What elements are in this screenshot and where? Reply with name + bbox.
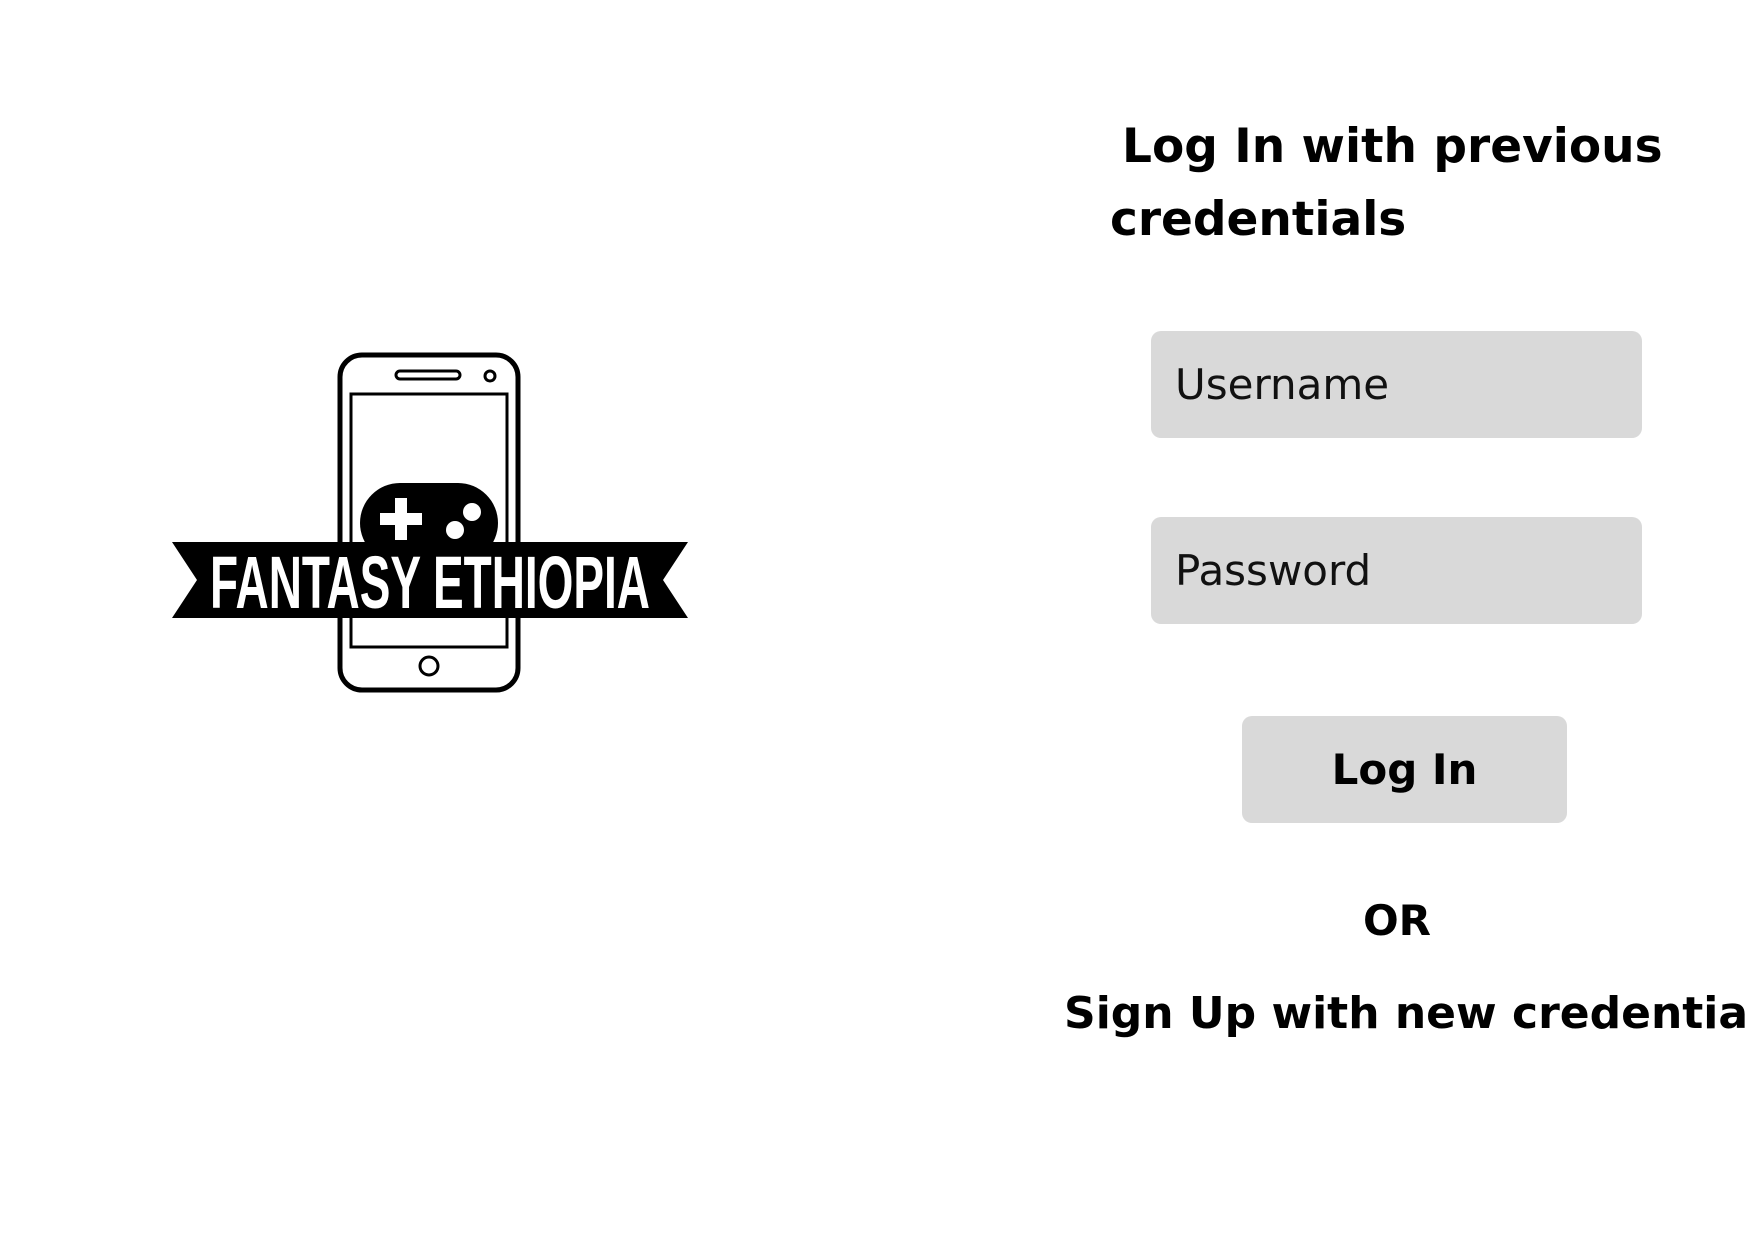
password-input[interactable] [1151,517,1642,624]
phone-gamepad-logo-icon: FANTASY ETHIOPIA [172,352,688,693]
username-input[interactable] [1151,331,1642,438]
login-button[interactable]: Log In [1242,716,1567,823]
signup-link[interactable]: Sign Up with new credentials [1064,988,1745,1039]
login-heading-line2: credentials [1110,192,1407,247]
fantasy-ethiopia-logo: FANTASY ETHIOPIA [170,350,690,700]
login-page: FANTASY ETHIOPIA Log In with previous cr… [0,0,1745,1244]
logo-text: FANTASY ETHIOPIA [210,541,650,624]
login-heading: Log In with previous credentials [1110,110,1670,256]
login-heading-line1: Log In with previous [1122,119,1663,174]
or-divider-label: OR [1362,896,1432,945]
